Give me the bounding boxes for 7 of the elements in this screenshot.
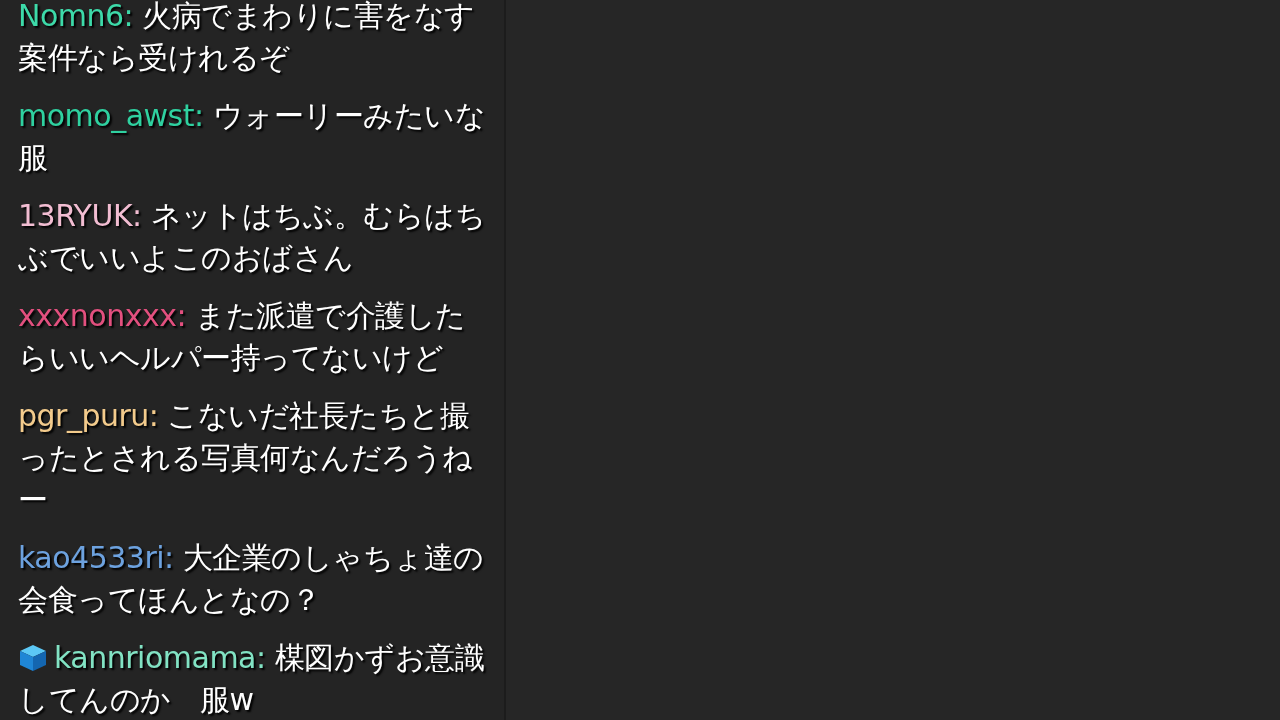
chat-message: kannriomama: 楳図かずお意識してんのか 服w xyxy=(18,639,486,719)
chat-message: 13RYUK: ネットはちぶ。むらはちぶでいいよこのおばさん xyxy=(18,197,486,277)
chat-message: pgr_puru: こないだ社長たちと撮ったとされる写真何なんだろうねー xyxy=(18,397,474,519)
chat-message: Nomn6: 火病でまわりに害をなす案件なら受けれるぞ xyxy=(18,0,476,77)
chat-message: momo_awst: ウォーリーみたいな服 xyxy=(18,97,486,177)
chat-message: kao4533ri: 大企業のしゃちょ達の会食ってほんとなの？ xyxy=(18,539,485,619)
chat-message: xxxnonxxx: また派遣で介護したらいいヘルパー持ってないけど xyxy=(18,297,467,377)
